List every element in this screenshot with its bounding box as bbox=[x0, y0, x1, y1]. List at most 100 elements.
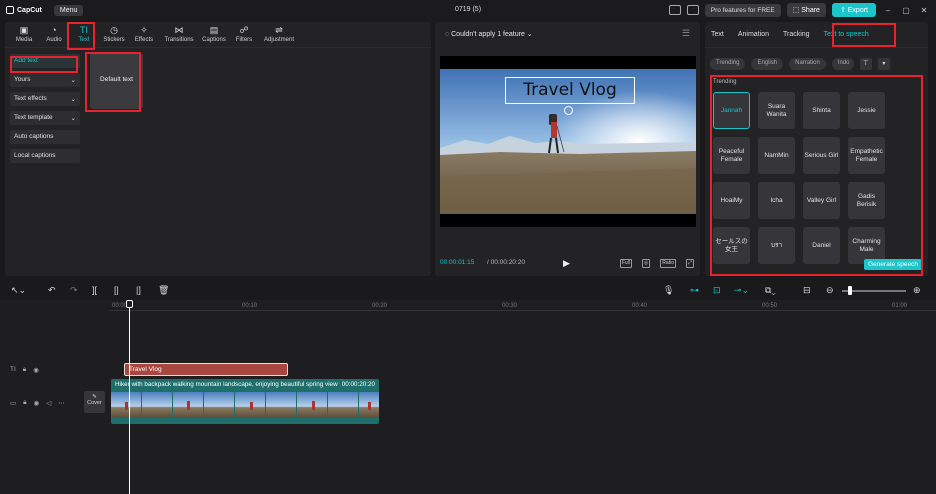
fullscreen-quality-icon[interactable]: Full bbox=[619, 259, 632, 268]
lock-icon[interactable]: 🔒︎ bbox=[23, 399, 26, 407]
fit-icon[interactable]: ⊟ bbox=[803, 285, 811, 296]
adjustment-icon: ⇌ bbox=[275, 25, 283, 35]
voice-card-daniel[interactable]: Daniel bbox=[803, 227, 840, 264]
auto-snap-icon[interactable]: ⊡ bbox=[713, 285, 721, 296]
tab-stickers[interactable]: ◷ Stickers bbox=[99, 22, 129, 47]
video-clip[interactable]: Hiker with backpack walking mountain lan… bbox=[111, 379, 379, 424]
shortcut-icon[interactable] bbox=[686, 5, 699, 15]
tab-text-properties[interactable]: Text bbox=[711, 31, 724, 38]
delete-icon[interactable]: 🗑 bbox=[158, 285, 169, 296]
tab-adjustment[interactable]: ⇌ Adjustment bbox=[259, 22, 299, 47]
voice-card-icha[interactable]: Icha bbox=[758, 182, 795, 219]
voice-card-jannah[interactable]: Jannah bbox=[713, 92, 750, 129]
voice-card-empathetic-female[interactable]: Empathetic Female bbox=[848, 137, 885, 174]
export-button[interactable]: ⇪ Export bbox=[831, 3, 876, 17]
rotate-handle-icon[interactable] bbox=[564, 106, 573, 115]
voice-card-peaceful-female[interactable]: Peaceful Female bbox=[713, 137, 750, 174]
voice-card-gadis-berisik[interactable]: Gadis Berisik bbox=[848, 182, 885, 219]
microphone-icon[interactable]: 🎙 bbox=[663, 285, 674, 296]
expand-icon[interactable]: ⤢ bbox=[685, 259, 694, 268]
zoom-slider-handle[interactable] bbox=[848, 286, 852, 295]
tab-effects[interactable]: ✧ Effects bbox=[129, 22, 159, 47]
split-icon[interactable]: ][ bbox=[92, 285, 97, 295]
maximize-icon[interactable]: ▢ bbox=[900, 6, 912, 15]
cover-button[interactable]: ✎ Cover bbox=[84, 391, 105, 413]
current-time: 00:00:01:15 bbox=[440, 259, 475, 266]
playhead[interactable] bbox=[129, 300, 130, 494]
side-item-auto-captions[interactable]: Auto captions bbox=[10, 130, 80, 144]
filter-narration[interactable]: Narration bbox=[789, 58, 826, 70]
voice-card-valley-girl[interactable]: Valley Girl bbox=[803, 182, 840, 219]
filter-trending[interactable]: Trending bbox=[710, 58, 746, 70]
side-item-yours[interactable]: Yours ⌄ bbox=[10, 73, 80, 87]
tab-text[interactable]: TI Text bbox=[69, 22, 99, 47]
undo-icon[interactable]: ↶ bbox=[48, 285, 56, 296]
tab-captions[interactable]: ▤ Captions bbox=[199, 22, 229, 47]
minimize-icon[interactable]: – bbox=[882, 6, 894, 15]
voice-card-serious-girl[interactable]: Serious Girl bbox=[803, 137, 840, 174]
warning-spinner-icon: ◌ bbox=[445, 31, 450, 38]
share-button[interactable]: ⬚ Share bbox=[786, 3, 826, 17]
video-track-icon: ▭ bbox=[10, 400, 17, 407]
filter-indo[interactable]: Indo bbox=[831, 58, 854, 70]
cover-label: Cover bbox=[87, 400, 102, 406]
menu-button[interactable]: Menu bbox=[53, 4, 84, 16]
zoom-in-icon[interactable]: ⊕ bbox=[913, 285, 921, 296]
effects-icon: ✧ bbox=[140, 25, 148, 35]
play-icon[interactable]: ▶ bbox=[563, 258, 570, 269]
side-item-text-effects[interactable]: Text effects ⌄ bbox=[10, 92, 80, 106]
snapshot-icon[interactable]: ◎ bbox=[641, 259, 651, 268]
tab-stickers-label: Stickers bbox=[103, 37, 125, 43]
voice-card-jessie[interactable]: Jessie bbox=[848, 92, 885, 129]
eye-icon[interactable]: ◉ bbox=[34, 399, 40, 407]
voice-card-nammin[interactable]: NamMin bbox=[758, 137, 795, 174]
generate-speech-button[interactable]: Generate speech bbox=[864, 259, 922, 270]
timeline[interactable]: 00:00 00:10 00:20 00:30 00:40 00:50 01:0… bbox=[0, 300, 936, 494]
voice-card-sales-queen[interactable]: セールスの女王 bbox=[713, 227, 750, 264]
main-track-magnet-icon[interactable]: ⊶ bbox=[690, 285, 699, 296]
filter-dropdown-icon[interactable]: ▾ bbox=[877, 58, 890, 70]
voice-card-suara-wanita[interactable]: Suara Wanita bbox=[758, 92, 795, 129]
captions-icon: ▤ bbox=[209, 25, 219, 35]
video-preview[interactable]: Travel Vlog bbox=[440, 56, 696, 227]
speaker-icon[interactable]: ◁ bbox=[46, 399, 51, 407]
voice-card-thai[interactable]: บรา bbox=[758, 227, 795, 264]
side-item-add-text[interactable]: Add text bbox=[10, 54, 80, 68]
lock-icon[interactable]: 🔒︎ bbox=[23, 366, 26, 374]
filter-settings-icon[interactable]: ⊤ bbox=[859, 58, 872, 70]
preview-axis-icon[interactable]: ⧉⌄ bbox=[765, 285, 776, 296]
select-tool-icon[interactable]: ↖⌄ bbox=[11, 285, 26, 296]
feature-warning[interactable]: Couldn't apply 1 feature bbox=[451, 31, 525, 38]
default-text-card[interactable]: Default text bbox=[90, 53, 143, 109]
trim-right-icon[interactable]: |] bbox=[136, 285, 141, 295]
side-item-local-captions[interactable]: Local captions bbox=[10, 149, 80, 163]
more-icon[interactable]: ⋯ bbox=[58, 399, 65, 407]
player-panel: ◌ Couldn't apply 1 feature ⌄ ☰ Travel Vl… bbox=[435, 22, 700, 276]
tab-transitions[interactable]: ⋈ Transitions bbox=[159, 22, 199, 47]
voice-card-shinta[interactable]: Shinta bbox=[803, 92, 840, 129]
tab-text-to-speech[interactable]: Text to speech bbox=[824, 31, 869, 38]
playhead-handle[interactable] bbox=[126, 300, 133, 308]
tab-tracking[interactable]: Tracking bbox=[783, 31, 810, 38]
trim-left-icon[interactable]: [| bbox=[114, 285, 119, 295]
trending-heading: Trending bbox=[713, 79, 737, 85]
pro-features-button[interactable]: Pro features for FREE bbox=[704, 3, 781, 17]
ratio-button[interactable]: Ratio bbox=[660, 259, 676, 268]
tab-audio[interactable]: ◔ Audio bbox=[39, 22, 69, 47]
overlay-text-box[interactable]: Travel Vlog bbox=[505, 77, 635, 104]
player-menu-icon[interactable]: ☰ bbox=[682, 28, 690, 39]
voice-card-hoaimy[interactable]: HoaiMy bbox=[713, 182, 750, 219]
link-icon[interactable]: ⊸⌄ bbox=[734, 285, 749, 296]
close-icon[interactable]: ✕ bbox=[918, 6, 930, 15]
redo-icon[interactable]: ↷ bbox=[70, 285, 78, 296]
zoom-out-icon[interactable]: ⊖ bbox=[826, 285, 834, 296]
tab-animation[interactable]: Animation bbox=[738, 31, 769, 38]
tab-filters[interactable]: ☍ Filters bbox=[229, 22, 259, 47]
text-clip[interactable]: Travel Vlog bbox=[124, 363, 288, 376]
side-item-label: Local captions bbox=[14, 152, 56, 159]
layout-icon[interactable] bbox=[668, 5, 681, 15]
eye-icon[interactable]: ◉ bbox=[33, 366, 39, 374]
tab-media[interactable]: ▣ Media bbox=[9, 22, 39, 47]
side-item-text-template[interactable]: Text template ⌄ bbox=[10, 111, 80, 125]
filter-english[interactable]: English bbox=[751, 58, 784, 70]
